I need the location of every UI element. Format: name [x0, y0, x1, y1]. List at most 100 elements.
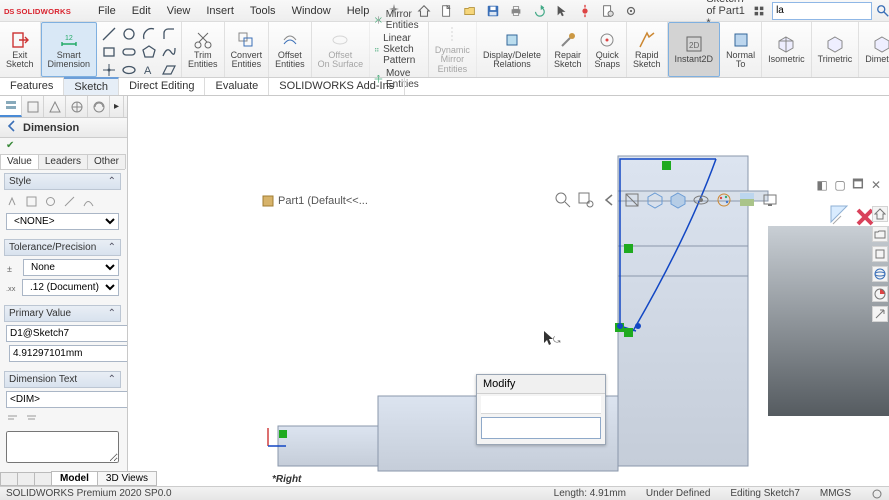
- back-arrow-icon[interactable]: [5, 119, 19, 136]
- command-search-icon[interactable]: [750, 2, 768, 20]
- settings-view-icon[interactable]: [761, 191, 779, 209]
- style-select[interactable]: <NONE>: [6, 213, 119, 230]
- menu-view[interactable]: View: [161, 3, 197, 19]
- rt-piechart-icon[interactable]: [872, 286, 888, 302]
- zoom-fit-icon[interactable]: [554, 191, 572, 209]
- tab-3dviews[interactable]: 3D Views: [97, 471, 157, 486]
- line-icon[interactable]: [101, 26, 117, 42]
- style-icons[interactable]: [6, 193, 119, 210]
- dimetric-button[interactable]: Dimetric: [859, 22, 889, 77]
- rt-clip-icon[interactable]: [872, 246, 888, 262]
- status-gear-icon[interactable]: [871, 488, 883, 500]
- precision-select[interactable]: .12 (Document): [22, 279, 119, 296]
- thumb1[interactable]: [0, 472, 18, 486]
- search-input[interactable]: la: [772, 2, 872, 20]
- tolerance-select[interactable]: None: [23, 259, 119, 276]
- menu-tools[interactable]: Tools: [244, 3, 282, 19]
- display-relations-button[interactable]: Display/Delete Relations: [477, 22, 548, 77]
- tab-sketch[interactable]: Sketch: [64, 77, 119, 95]
- doc-max-icon[interactable]: 🗖: [851, 178, 865, 192]
- expand-tab[interactable]: ▸: [110, 96, 124, 117]
- exit-sketch-button[interactable]: Exit Sketch: [0, 22, 41, 77]
- tab-features[interactable]: Features: [0, 78, 64, 95]
- rt-globe-icon[interactable]: [872, 266, 888, 282]
- subtab-other[interactable]: Other: [87, 154, 126, 169]
- save-icon[interactable]: [482, 2, 504, 20]
- dimtext-input[interactable]: [6, 391, 127, 408]
- view-orient-icon[interactable]: [646, 191, 664, 209]
- menu-file[interactable]: File: [92, 3, 122, 19]
- doc-restore-icon[interactable]: ▢: [833, 178, 847, 192]
- select-arrow-icon[interactable]: [551, 2, 573, 20]
- spline-icon[interactable]: [161, 44, 177, 60]
- hide-show-icon[interactable]: [692, 191, 710, 209]
- rt-folder-icon[interactable]: [872, 226, 888, 242]
- appearance-tab[interactable]: [88, 96, 110, 117]
- menu-insert[interactable]: Insert: [200, 3, 240, 19]
- dim-name-input[interactable]: [6, 325, 127, 342]
- ellipse-icon[interactable]: [121, 62, 137, 78]
- doc-settings-icon[interactable]: [597, 2, 619, 20]
- subtab-leaders[interactable]: Leaders: [38, 154, 88, 169]
- rectangle-icon[interactable]: [101, 44, 117, 60]
- doc-prev-icon[interactable]: ◧: [815, 178, 829, 192]
- rapid-sketch-button[interactable]: Rapid Sketch: [627, 22, 668, 77]
- polygon-icon[interactable]: [141, 44, 157, 60]
- quick-snaps-button[interactable]: Quick Snaps: [588, 22, 627, 77]
- tab-direct-editing[interactable]: Direct Editing: [119, 78, 205, 95]
- normal-to-button[interactable]: Normal To: [720, 22, 762, 77]
- smart-dimension-button[interactable]: 12 Smart Dimension: [41, 22, 98, 77]
- trim-entities-button[interactable]: Trim Entities: [182, 22, 225, 77]
- scene-icon[interactable]: [738, 191, 756, 209]
- point-icon[interactable]: [101, 62, 117, 78]
- display-style-icon[interactable]: [669, 191, 687, 209]
- mirror-entities-button[interactable]: Mirror Entities: [374, 9, 424, 31]
- undo-icon[interactable]: [528, 2, 550, 20]
- rt-arrow-icon[interactable]: [872, 306, 888, 322]
- linear-pattern-button[interactable]: Linear Sketch Pattern: [374, 33, 424, 66]
- subtab-value[interactable]: Value: [0, 154, 39, 169]
- rebuild-icon[interactable]: [574, 2, 596, 20]
- doc-close-icon[interactable]: ✕: [869, 178, 883, 192]
- fillet-tool-icon[interactable]: [161, 26, 177, 42]
- sketch-entities-grid[interactable]: A: [97, 22, 182, 77]
- plane-icon[interactable]: [161, 62, 177, 78]
- breadcrumb-text[interactable]: Part1 (Default<<...: [278, 195, 368, 207]
- section-view-icon[interactable]: [623, 191, 641, 209]
- zoom-area-icon[interactable]: [577, 191, 595, 209]
- arc-icon[interactable]: [141, 26, 157, 42]
- instant2d-button[interactable]: 2D Instant2D: [668, 22, 721, 77]
- circle-icon[interactable]: [121, 26, 137, 42]
- trimetric-button[interactable]: Trimetric: [812, 22, 860, 77]
- fm-tree-tab[interactable]: [0, 96, 22, 117]
- menu-edit[interactable]: Edit: [126, 3, 157, 19]
- rt-home-icon[interactable]: [872, 206, 888, 222]
- thumb2[interactable]: [17, 472, 35, 486]
- tab-model[interactable]: Model: [51, 471, 98, 486]
- ok-check-icon[interactable]: ✔: [6, 140, 14, 151]
- convert-entities-button[interactable]: Convert Entities: [225, 22, 270, 77]
- tab-addins[interactable]: SOLIDWORKS Add-Ins: [269, 78, 405, 95]
- tab-evaluate[interactable]: Evaluate: [205, 78, 269, 95]
- confirm-corner-flag-icon[interactable]: [829, 204, 855, 233]
- print-icon[interactable]: [505, 2, 527, 20]
- options-gear-icon[interactable]: [620, 2, 642, 20]
- offset-entities-button[interactable]: Offset Entities: [269, 22, 312, 77]
- dim-value-input[interactable]: [9, 345, 127, 362]
- modify-field-1[interactable]: [481, 396, 601, 414]
- isometric-button[interactable]: Isometric: [762, 22, 812, 77]
- property-tab[interactable]: [44, 96, 66, 117]
- appearance-icon[interactable]: [715, 191, 733, 209]
- dim-tab[interactable]: [66, 96, 88, 117]
- modify-dialog[interactable]: Modify: [476, 374, 606, 445]
- dimtext-extra[interactable]: [6, 431, 119, 463]
- repair-sketch-button[interactable]: Repair Sketch: [548, 22, 589, 77]
- modify-input[interactable]: [481, 417, 601, 439]
- menu-help[interactable]: Help: [341, 3, 376, 19]
- new-doc-icon[interactable]: [436, 2, 458, 20]
- menu-window[interactable]: Window: [286, 3, 337, 19]
- config-tab[interactable]: [22, 96, 44, 117]
- view-toolbar[interactable]: [554, 191, 779, 209]
- dimtext-align-icons[interactable]: [6, 411, 119, 428]
- prev-view-icon[interactable]: [600, 191, 618, 209]
